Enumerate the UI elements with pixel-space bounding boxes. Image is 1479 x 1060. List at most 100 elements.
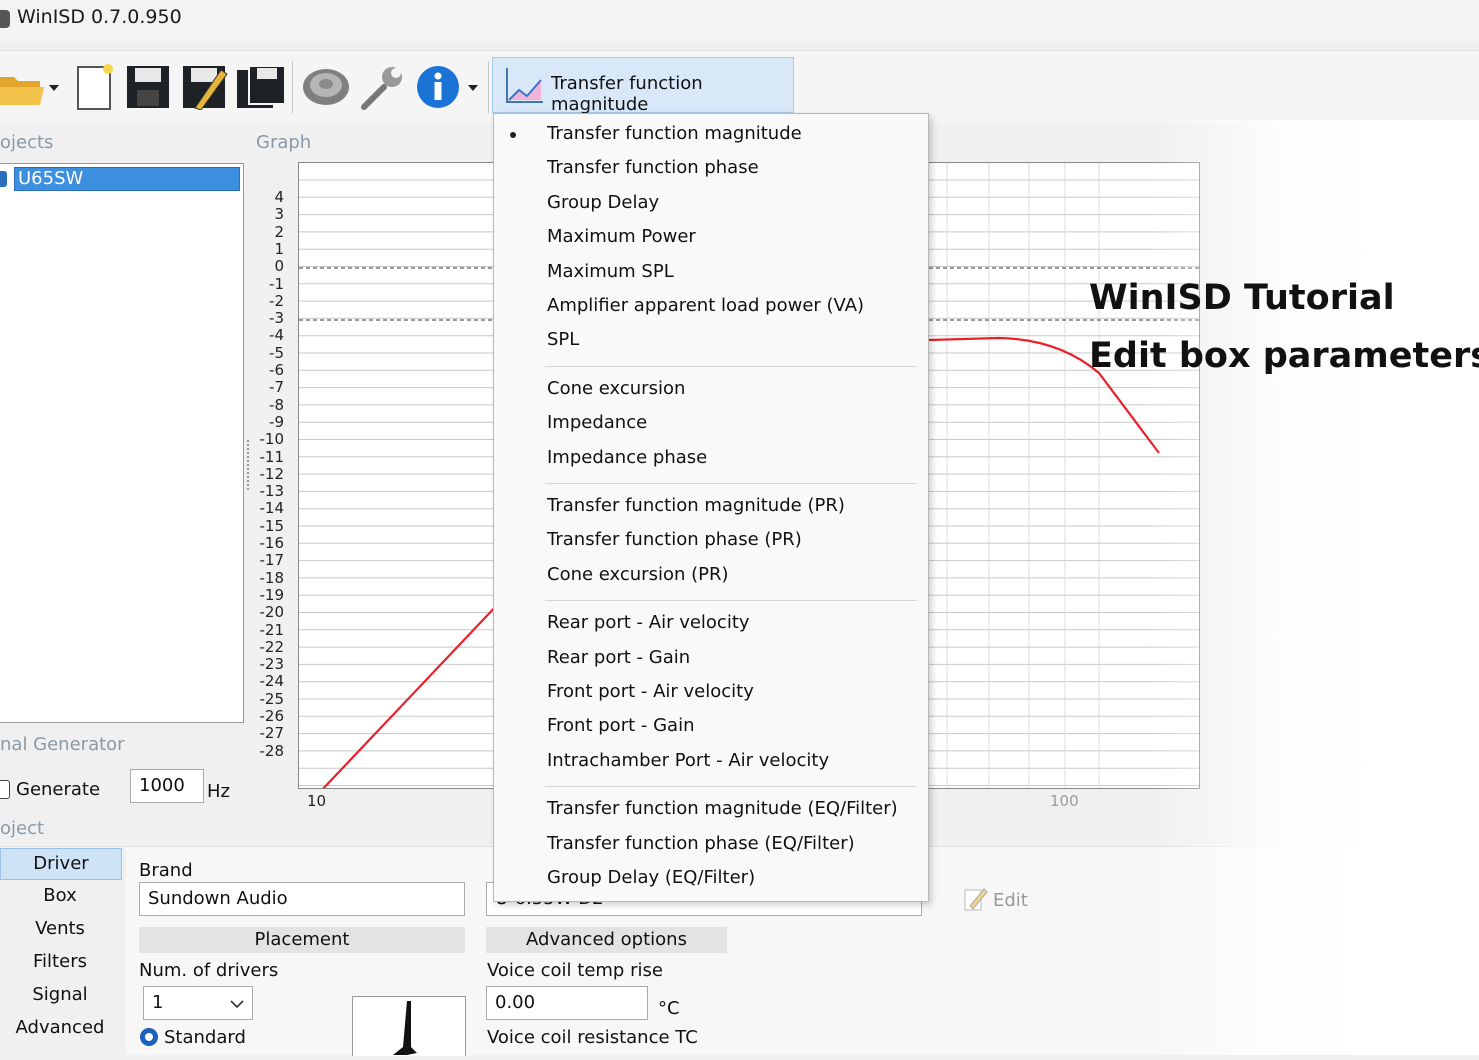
x-tick-100: 100 [1050,792,1079,810]
menu-item[interactable]: SPL [547,329,579,350]
toolbar-separator [292,61,293,113]
menu-item[interactable]: Transfer function magnitude (PR) [547,495,845,516]
info-icon[interactable] [413,59,463,115]
speaker-driver-icon[interactable] [300,59,352,115]
graph-dropdown-label: Transfer function magnitude [551,73,703,115]
vc-temp-field[interactable]: 0.00 [486,986,648,1020]
y-tick-label: -20 [259,603,285,622]
pencil-icon[interactable] [180,59,230,115]
y-tick-label: -16 [259,534,285,552]
menu-item[interactable]: Group Delay (EQ/Filter) [547,867,755,888]
num-drivers-select[interactable]: 1 [143,986,253,1020]
project-section-label: oject [0,818,45,839]
menu-item[interactable]: Maximum Power [547,226,696,247]
y-tick-label: -25 [259,689,285,708]
y-tick-label: -27 [259,724,285,743]
menu-item[interactable]: Transfer function phase [547,157,759,178]
folder-open-icon[interactable] [0,59,44,115]
frequency-unit: Hz [207,781,230,802]
placement-header: Placement [139,927,465,953]
y-tick-label: -15 [259,516,285,535]
y-tick-label: -6 [269,361,284,379]
tab-box[interactable]: Box [0,881,120,911]
y-tick-label: -3 [269,309,284,328]
title-bar: WinISD 0.7.0.950 [0,0,1479,42]
y-tick-label: 1 [274,239,284,258]
project-list[interactable] [0,163,244,723]
graph-type-menu[interactable]: Transfer function magnitude Transfer func… [493,113,929,902]
y-tick-label: -23 [259,655,285,674]
num-drivers-label: Num. of drivers [139,960,279,981]
y-tick-label: -19 [259,585,285,604]
menu-item[interactable]: Transfer function phase (PR) [547,529,802,550]
menu-item[interactable]: Front port - Air velocity [547,681,754,702]
signal-generator-label: nal Generator [0,734,125,755]
graph-type-dropdown[interactable]: Transfer function magnitude [492,57,794,115]
y-tick-label: -4 [269,326,284,345]
menu-item[interactable]: Transfer function phase (EQ/Filter) [547,833,855,854]
y-tick-label: -7 [269,378,284,397]
fade-overlay [1150,120,1479,1055]
y-tick-label: -13 [259,482,285,501]
placement-diagram [352,996,466,1056]
generate-label: Generate [16,779,101,800]
new-document-icon[interactable] [72,59,116,115]
y-tick-label: -26 [259,707,285,725]
y-tick-label: 2 [274,222,284,241]
advanced-options-header: Advanced options [486,927,727,953]
tab-advanced[interactable]: Advanced [0,1013,120,1043]
menu-separator [545,365,917,367]
y-tick-label: 0 [274,257,284,276]
y-tick-label: -24 [259,672,285,691]
response-curve [322,602,500,788]
project-item[interactable]: U65SW [14,167,240,191]
menu-item[interactable]: Transfer function magnitude (EQ/Filter) [547,798,898,819]
chevron-down-icon[interactable] [468,85,478,91]
brand-field[interactable]: Sundown Audio [139,882,465,916]
tutorial-subtitle: Edit box parameters [1089,336,1479,376]
wrench-icon[interactable] [356,59,408,115]
app-icon [0,10,10,28]
chart-line-icon [506,68,543,103]
menu-item[interactable]: Cone excursion (PR) [547,564,729,585]
menu-item[interactable]: Transfer function magnitude [547,123,802,144]
menu-item[interactable]: Rear port - Air velocity [547,612,750,633]
y-tick-label: 3 [274,205,284,224]
tab-vents[interactable]: Vents [0,914,120,944]
y-tick-label: -22 [259,637,285,656]
y-tick-label: -14 [259,499,285,518]
graph-section-label: Graph [256,132,312,153]
menu-item[interactable]: Impedance phase [547,447,707,468]
standard-radio[interactable] [140,1028,158,1046]
tab-driver[interactable]: Driver [0,848,122,880]
y-tick-label: -18 [259,568,285,587]
tab-signal[interactable]: Signal [0,980,120,1010]
edit-icon[interactable] [964,886,988,912]
chevron-down-icon [230,1000,244,1009]
menu-item[interactable]: Rear port - Gain [547,647,690,668]
menu-item[interactable]: Group Delay [547,192,659,213]
y-tick-label: -2 [269,291,284,310]
generate-checkbox[interactable] [0,780,10,799]
project-checkbox[interactable] [0,171,7,187]
edit-button-label[interactable]: Edit [993,890,1028,911]
save-all-icon[interactable] [235,59,287,115]
save-icon[interactable] [124,59,172,115]
selected-bullet-icon [510,132,516,138]
menu-item[interactable]: Cone excursion [547,378,685,399]
menu-item[interactable]: Front port - Gain [547,715,694,736]
tab-filters[interactable]: Filters [0,947,120,977]
tutorial-title: WinISD Tutorial [1089,278,1395,318]
menu-item[interactable]: Amplifier apparent load power (VA) [547,295,864,316]
menu-item[interactable]: Maximum SPL [547,261,674,282]
menu-item[interactable]: Intrachamber Port - Air velocity [547,750,829,771]
menu-item[interactable]: Impedance [547,412,647,433]
y-tick-label: -8 [269,395,284,414]
y-tick-label: -11 [259,447,285,466]
y-tick-label: -1 [269,274,284,293]
y-tick-label: -28 [259,741,285,760]
y-tick-label: -12 [259,464,285,483]
y-tick-label: -5 [269,343,284,362]
frequency-input[interactable]: 1000 [130,769,204,803]
chevron-down-icon[interactable] [49,85,59,91]
